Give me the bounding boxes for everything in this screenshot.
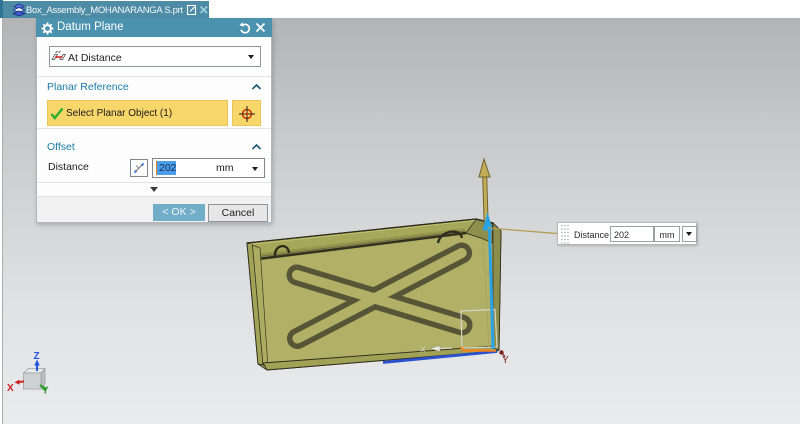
svg-text:Z: Z: [34, 351, 40, 362]
svg-text:Y: Y: [42, 386, 49, 397]
svg-text:X: X: [420, 345, 426, 355]
svg-text:Y: Y: [502, 355, 509, 366]
svg-text:X: X: [7, 383, 14, 394]
